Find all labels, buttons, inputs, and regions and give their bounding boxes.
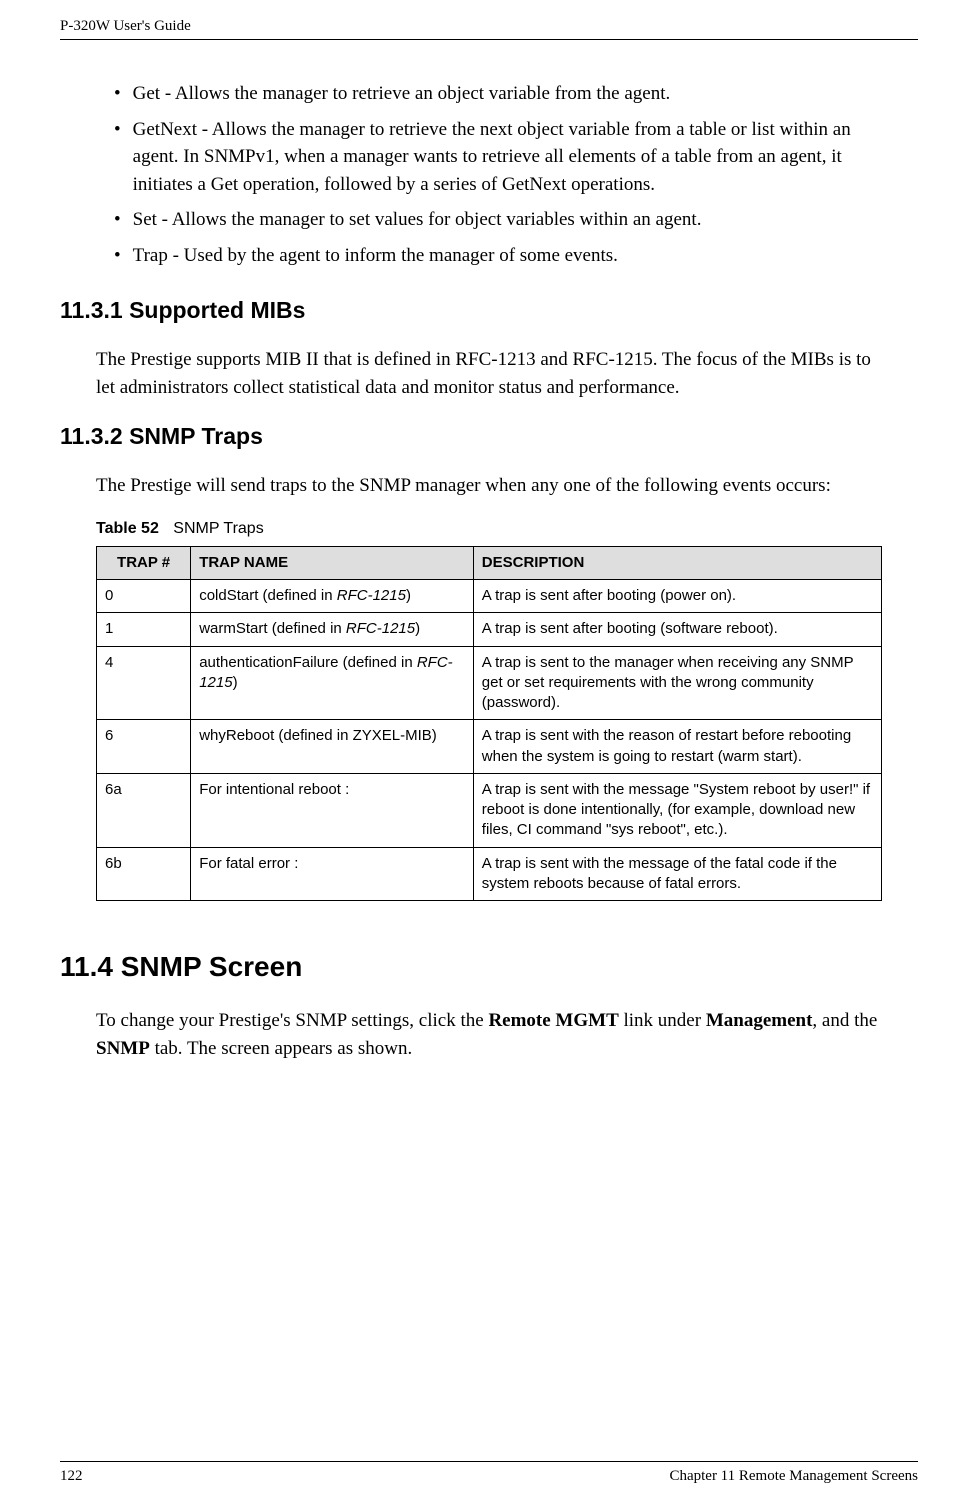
table-caption: Table 52 SNMP Traps xyxy=(96,520,882,538)
cell-trapnum: 6b xyxy=(97,847,191,901)
section-heading-1132: 11.3.2 SNMP Traps xyxy=(60,423,882,450)
cell-trapnum: 6 xyxy=(97,720,191,774)
cell-trapname: authenticationFailure (defined in RFC-12… xyxy=(191,646,474,720)
list-item: • Set - Allows the manager to set values… xyxy=(96,206,882,234)
table-row: 6a For intentional reboot : A trap is se… xyxy=(97,773,882,847)
cell-desc: A trap is sent after booting (software r… xyxy=(473,613,881,646)
section-heading-114: 11.4 SNMP Screen xyxy=(60,951,882,983)
cell-desc: A trap is sent with the reason of restar… xyxy=(473,720,881,774)
cell-trapname: coldStart (defined in RFC-1215) xyxy=(191,580,474,613)
table-row: 1 warmStart (defined in RFC-1215) A trap… xyxy=(97,613,882,646)
cell-trapnum: 1 xyxy=(97,613,191,646)
cell-desc: A trap is sent with the message of the f… xyxy=(473,847,881,901)
bullet-icon: • xyxy=(96,206,133,234)
page-number: 122 xyxy=(60,1468,83,1485)
paragraph: The Prestige will send traps to the SNMP… xyxy=(96,472,882,500)
list-item-text: GetNext - Allows the manager to retrieve… xyxy=(133,116,882,199)
cell-trapname: For fatal error : xyxy=(191,847,474,901)
bullet-list: • Get - Allows the manager to retrieve a… xyxy=(96,80,882,269)
list-item-text: Get - Allows the manager to retrieve an … xyxy=(133,80,671,108)
list-item-text: Set - Allows the manager to set values f… xyxy=(133,206,702,234)
table-row: 6 whyReboot (defined in ZYXEL-MIB) A tra… xyxy=(97,720,882,774)
table-header-trap: TRAP # xyxy=(97,546,191,579)
table-header-name: TRAP NAME xyxy=(191,546,474,579)
list-item-text: Trap - Used by the agent to inform the m… xyxy=(133,242,618,270)
cell-trapnum: 4 xyxy=(97,646,191,720)
page-footer: 122 Chapter 11 Remote Management Screens xyxy=(60,1461,918,1485)
cell-trapnum: 6a xyxy=(97,773,191,847)
bullet-icon: • xyxy=(96,80,133,108)
cell-trapnum: 0 xyxy=(97,580,191,613)
section-heading-1131: 11.3.1 Supported MIBs xyxy=(60,297,882,324)
list-item: • Trap - Used by the agent to inform the… xyxy=(96,242,882,270)
paragraph: To change your Prestige's SNMP settings,… xyxy=(96,1007,882,1062)
table-caption-text: SNMP Traps xyxy=(173,520,263,537)
footer-chapter: Chapter 11 Remote Management Screens xyxy=(669,1468,918,1485)
table-caption-number: Table 52 xyxy=(96,520,159,537)
table-header-desc: DESCRIPTION xyxy=(473,546,881,579)
cell-trapname: whyReboot (defined in ZYXEL-MIB) xyxy=(191,720,474,774)
paragraph: The Prestige supports MIB II that is def… xyxy=(96,346,882,401)
list-item: • Get - Allows the manager to retrieve a… xyxy=(96,80,882,108)
page-content: • Get - Allows the manager to retrieve a… xyxy=(60,40,918,1062)
table-row: 4 authenticationFailure (defined in RFC-… xyxy=(97,646,882,720)
cell-trapname: For intentional reboot : xyxy=(191,773,474,847)
header-left: P-320W User's Guide xyxy=(60,18,191,35)
table-header-row: TRAP # TRAP NAME DESCRIPTION xyxy=(97,546,882,579)
page-header: P-320W User's Guide xyxy=(60,18,918,40)
cell-desc: A trap is sent to the manager when recei… xyxy=(473,646,881,720)
table-row: 0 coldStart (defined in RFC-1215) A trap… xyxy=(97,580,882,613)
cell-trapname: warmStart (defined in RFC-1215) xyxy=(191,613,474,646)
snmp-traps-table: TRAP # TRAP NAME DESCRIPTION 0 coldStart… xyxy=(96,546,882,901)
bullet-icon: • xyxy=(96,242,133,270)
cell-desc: A trap is sent after booting (power on). xyxy=(473,580,881,613)
table-row: 6b For fatal error : A trap is sent with… xyxy=(97,847,882,901)
bullet-icon: • xyxy=(96,116,133,199)
cell-desc: A trap is sent with the message "System … xyxy=(473,773,881,847)
list-item: • GetNext - Allows the manager to retrie… xyxy=(96,116,882,199)
